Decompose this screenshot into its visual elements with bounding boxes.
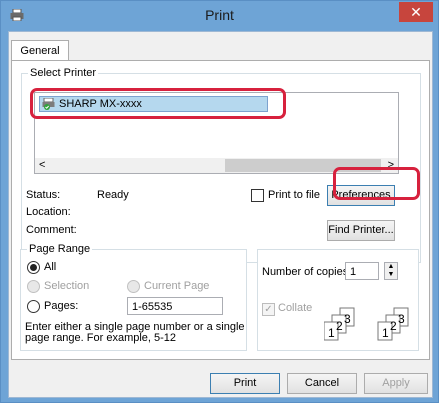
print-to-file-checkbox[interactable] [251,189,264,202]
svg-text:2: 2 [336,319,343,333]
svg-text:3: 3 [344,312,351,326]
comment-label: Comment: [26,224,77,236]
stepper-up-icon[interactable]: ▲ [385,263,397,271]
svg-text:1: 1 [382,326,389,340]
pages-input[interactable]: 1-65535 [127,297,223,315]
copies-stepper[interactable]: ▲ ▼ [384,262,398,280]
cancel-button[interactable]: Cancel [287,373,357,394]
title-bar[interactable]: Print ✕ [1,1,438,31]
svg-text:3: 3 [398,312,405,326]
copies-input[interactable]: 1 [345,262,379,280]
printer-name: SHARP MX-xxxx [59,98,142,110]
apply-button[interactable]: Apply [364,373,428,394]
printer-list[interactable]: SHARP MX-xxxx < > [34,92,399,174]
all-radio[interactable] [27,261,40,274]
selection-radio[interactable] [27,280,40,293]
scroll-right-icon[interactable]: > [388,159,394,171]
horizontal-scrollbar[interactable]: < > [35,158,398,173]
pages-label: Pages: [44,300,79,312]
page-range-legend: Page Range [27,243,93,255]
print-dialog: Print ✕ General Select Printer SHARP MX-… [0,0,439,403]
location-label: Location: [26,206,71,218]
svg-text:2: 2 [390,319,397,333]
collate-pages-icon: 1 2 3 1 2 3 [324,307,409,341]
select-printer-legend: Select Printer [28,67,99,79]
svg-text:1: 1 [328,326,335,340]
page-range-hint-line2: page range. For example, 5-12 [25,332,177,344]
print-button[interactable]: Print [210,373,280,394]
window-title: Print [205,7,234,23]
printer-ok-icon [42,98,55,110]
tab-general[interactable]: General [11,40,69,61]
stepper-down-icon[interactable]: ▼ [385,271,397,279]
selection-label: Selection [44,280,90,292]
preferences-button[interactable]: Preferences [327,185,395,206]
printer-item-sharp[interactable]: SHARP MX-xxxx [39,96,268,112]
current-page-label: Current Page [144,280,210,292]
select-printer-group: Select Printer SHARP MX-xxxx < > Status:… [21,67,421,263]
print-to-file-label: Print to file [268,189,320,201]
collate-label: Collate [278,302,313,314]
pages-radio[interactable] [27,300,40,313]
current-page-radio[interactable] [127,280,140,293]
dialog-body: General Select Printer SHARP MX-xxxx < >… [8,31,433,398]
all-label: All [44,261,57,273]
scroll-left-icon[interactable]: < [39,159,45,171]
close-button[interactable]: ✕ [399,2,433,22]
page-range-group: Page Range All Selection Current Page Pa… [20,243,247,351]
scroll-thumb[interactable] [225,159,381,172]
status-value: Ready [97,189,129,201]
copies-label: Number of copies: [262,266,352,278]
copies-group: Number of copies: 1 ▲ ▼ ✓ Collate 1 2 3 [257,249,419,351]
status-label: Status: [26,189,61,201]
collate-checkbox[interactable]: ✓ [262,303,275,316]
find-printer-button[interactable]: Find Printer... [327,220,395,241]
